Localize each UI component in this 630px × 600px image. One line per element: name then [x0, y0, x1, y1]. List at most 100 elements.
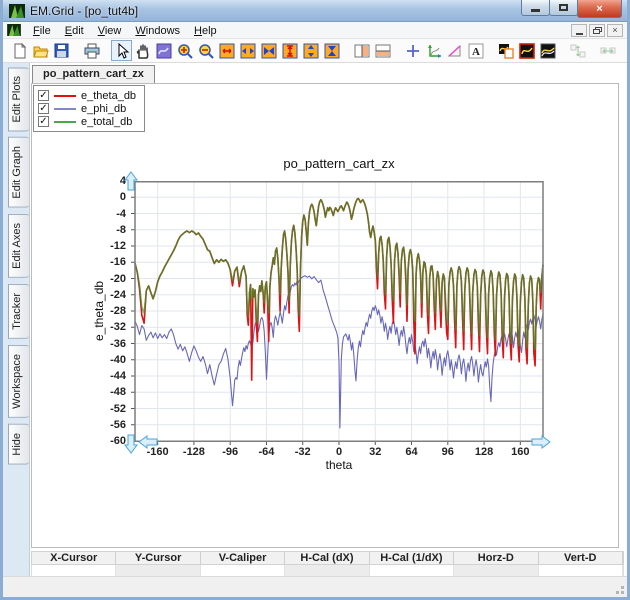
crosshair-button[interactable] — [402, 40, 423, 61]
sidebar-tab-workspace[interactable]: Workspace — [8, 345, 29, 418]
y-tick-label: -56 — [86, 419, 126, 431]
expand-x-button[interactable] — [216, 40, 237, 61]
new-document-button[interactable] — [9, 40, 30, 61]
shrink-y-button[interactable] — [321, 40, 342, 61]
save-button[interactable] — [51, 40, 72, 61]
document-icon — [7, 24, 21, 36]
cursor-readout-table: X-CursorY-CursorV-CaliperH-Cal (dX)H-Cal… — [31, 551, 624, 578]
y-tick-label: -16 — [86, 256, 126, 268]
menu-items: FileEditViewWindowsHelp — [26, 21, 224, 39]
sidebar-tab-edit-plots[interactable]: Edit Plots — [8, 67, 29, 131]
legend: ✓ e_theta_db ✓ e_phi_db ✓ e_total_db — [33, 85, 145, 132]
y-tick-label: -52 — [86, 403, 126, 415]
legend-checkbox-e_theta_db[interactable]: ✓ — [38, 90, 49, 101]
doc-tab[interactable]: po_pattern_cart_zx — [32, 65, 155, 83]
x-tick-label: 96 — [428, 446, 468, 458]
minimize-icon — [531, 9, 540, 12]
y-tick-label: -8 — [86, 224, 126, 236]
zoom-window-button[interactable] — [153, 40, 174, 61]
curve-palette-button[interactable] — [495, 40, 516, 61]
legend-checkbox-e_phi_db[interactable]: ✓ — [38, 103, 49, 114]
mdi-restore-button[interactable] — [589, 24, 605, 37]
sidebar-tab-edit-graph[interactable]: Edit Graph — [8, 137, 29, 208]
statusbar — [3, 576, 627, 597]
compress-x-button[interactable] — [237, 40, 258, 61]
legend-checkbox-e_total_db[interactable]: ✓ — [38, 116, 49, 127]
select-tool-button[interactable] — [111, 40, 132, 61]
shrink-x-button[interactable] — [258, 40, 279, 61]
pan-tool-button[interactable] — [132, 40, 153, 61]
axis-arrow-right[interactable] — [530, 435, 551, 449]
y-tick-label: -48 — [86, 386, 126, 398]
y-tick-label: -60 — [86, 435, 126, 447]
open-button[interactable] — [30, 40, 51, 61]
resize-grip[interactable] — [612, 582, 625, 595]
curve-style-button[interactable] — [516, 40, 537, 61]
caliper-triangle-button[interactable] — [444, 40, 465, 61]
mdi-minimize-button[interactable] — [571, 24, 587, 37]
menu-view[interactable]: View — [91, 24, 129, 38]
col-header-h-cal-1-dx-: H-Cal (1/dX) — [370, 552, 454, 564]
y-tick-label: -24 — [86, 289, 126, 301]
zoom-in-button[interactable] — [174, 40, 195, 61]
menu-help[interactable]: Help — [187, 24, 224, 38]
text-tool-button[interactable]: A — [465, 40, 486, 61]
axes-tool-button[interactable] — [423, 40, 444, 61]
close-button[interactable]: × — [577, 0, 622, 18]
app-window: EM.Grid - [po_tut4b] × FileEditViewWindo… — [0, 0, 630, 600]
x-tick-label: 64 — [392, 446, 432, 458]
sidebar-tab-tracker[interactable]: Tracker — [8, 284, 29, 339]
y-tick-label: 0 — [86, 191, 126, 203]
sidebar-tab-edit-axes[interactable]: Edit Axes — [8, 214, 29, 278]
split-horizontal-button[interactable] — [372, 40, 393, 61]
axis-arrow-down[interactable] — [124, 433, 138, 454]
space-vertical-button[interactable] — [567, 40, 588, 61]
x-axis-label: theta — [135, 458, 543, 472]
menu-file[interactable]: File — [26, 24, 58, 38]
x-tick-label: 32 — [355, 446, 395, 458]
axis-arrow-up[interactable] — [124, 171, 138, 192]
titlebar: EM.Grid - [po_tut4b] × — [3, 0, 627, 22]
space-horizontal-button[interactable] — [597, 40, 618, 61]
y-tick-label: -44 — [86, 370, 126, 382]
col-header-y-cursor: Y-Cursor — [116, 552, 200, 564]
legend-label: e_theta_db — [81, 90, 136, 102]
menu-edit[interactable]: Edit — [58, 24, 91, 38]
y-tick-label: -28 — [86, 305, 126, 317]
print-button[interactable] — [81, 40, 102, 61]
x-tick-label: 0 — [319, 446, 359, 458]
menubar: FileEditViewWindowsHelp × — [3, 22, 627, 39]
app-logo-icon — [9, 4, 25, 18]
x-tick-label: -32 — [283, 446, 323, 458]
col-header-horz-d: Horz-D — [454, 552, 538, 564]
plot-title: po_pattern_cart_zx — [135, 156, 543, 171]
legend-label: e_phi_db — [81, 103, 126, 115]
sidebar: Edit Plots Edit Graph Edit Axes Tracker Work… — [3, 63, 30, 579]
plot-canvas[interactable] — [130, 181, 548, 447]
maximize-button[interactable] — [549, 0, 578, 16]
x-tick-label: -128 — [174, 446, 214, 458]
expand-y-button[interactable] — [279, 40, 300, 61]
svg-text:A: A — [472, 46, 480, 58]
compress-y-button[interactable] — [300, 40, 321, 61]
col-header-vert-d: Vert-D — [539, 552, 623, 564]
x-tick-label: -96 — [210, 446, 250, 458]
sidebar-tab-hide[interactable]: Hide — [8, 424, 29, 465]
y-tick-label: -32 — [86, 321, 126, 333]
cursor-table-header: X-CursorY-CursorV-CaliperH-Cal (dX)H-Cal… — [31, 551, 624, 565]
legend-row-e_theta_db: ✓ e_theta_db — [38, 89, 136, 102]
minimize-button[interactable] — [521, 0, 550, 16]
y-tick-label: 4 — [86, 175, 126, 187]
graph-page: ✓ e_theta_db ✓ e_phi_db ✓ e_total_db po_patte… — [31, 83, 619, 548]
legend-line-sample — [54, 95, 76, 97]
split-vertical-button[interactable] — [351, 40, 372, 61]
zoom-out-button[interactable] — [195, 40, 216, 61]
curve-overlay-button[interactable] — [537, 40, 558, 61]
axis-arrow-left[interactable] — [138, 435, 159, 449]
mdi-close-button[interactable]: × — [607, 24, 623, 37]
legend-label: e_total_db — [81, 116, 132, 128]
col-header-h-cal-dx-: H-Cal (dX) — [285, 552, 369, 564]
menu-windows[interactable]: Windows — [128, 24, 187, 38]
legend-line-sample — [54, 121, 76, 123]
col-header-v-caliper: V-Caliper — [201, 552, 285, 564]
